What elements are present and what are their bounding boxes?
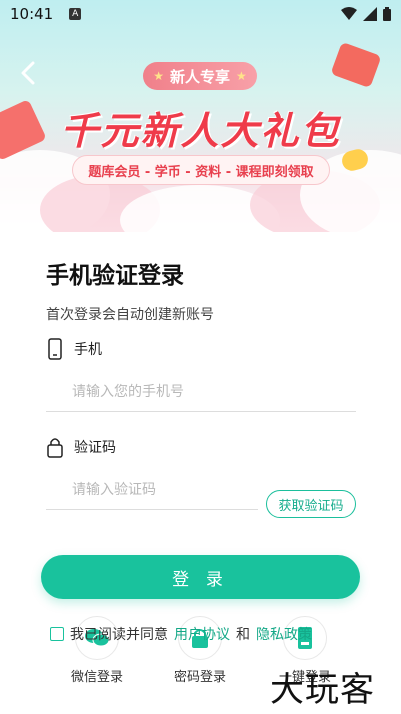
privacy-policy-link[interactable]: 隐私政策 <box>256 624 312 644</box>
banner-headline: 千元新人大礼包 <box>60 108 341 153</box>
page-title: 手机验证登录 <box>46 263 184 289</box>
back-icon[interactable] <box>16 58 40 88</box>
status-bar: 10:41 A <box>0 0 401 28</box>
red-envelope-right <box>330 41 382 89</box>
user-agreement-link[interactable]: 用户协议 <box>174 624 230 644</box>
wechat-login-label: 微信登录 <box>70 670 123 685</box>
phone-label: 手机 <box>46 338 102 360</box>
code-label: 验证码 <box>46 436 116 458</box>
new-user-tag-label: 新人专享 <box>169 67 230 86</box>
auto-register-hint: 首次登录会自动创建新账号 <box>46 307 214 323</box>
notification-icon: A <box>69 8 82 20</box>
phone-icon <box>48 338 62 360</box>
agreement-row: 我已阅读并同意 用户协议 和 隐私政策 <box>50 624 312 644</box>
lock-icon <box>47 438 63 458</box>
agreement-prefix: 我已阅读并同意 <box>70 627 168 643</box>
signal-icon <box>363 7 377 21</box>
code-label-text: 验证码 <box>74 440 116 456</box>
status-time: 10:41 <box>10 5 54 23</box>
phone-input[interactable] <box>46 372 356 412</box>
login-button[interactable]: 登 录 <box>41 555 360 599</box>
agreement-and: 和 <box>236 627 250 643</box>
code-input[interactable] <box>46 470 258 510</box>
watermark-logo: 大玩客 <box>270 670 375 710</box>
phone-label-text: 手机 <box>74 342 102 358</box>
star-icon: ★ <box>236 69 247 83</box>
wifi-icon <box>341 7 357 20</box>
new-user-tag: ★ 新人专享 ★ <box>143 62 257 90</box>
battery-icon <box>383 7 391 21</box>
star-icon: ★ <box>153 69 164 83</box>
password-login-label: 密码登录 <box>173 670 226 685</box>
agreement-checkbox[interactable] <box>50 627 64 641</box>
banner-subtag: 题库会员 - 学币 - 资料 - 课程即刻领取 <box>72 155 330 185</box>
get-code-button[interactable]: 获取验证码 <box>266 490 356 518</box>
